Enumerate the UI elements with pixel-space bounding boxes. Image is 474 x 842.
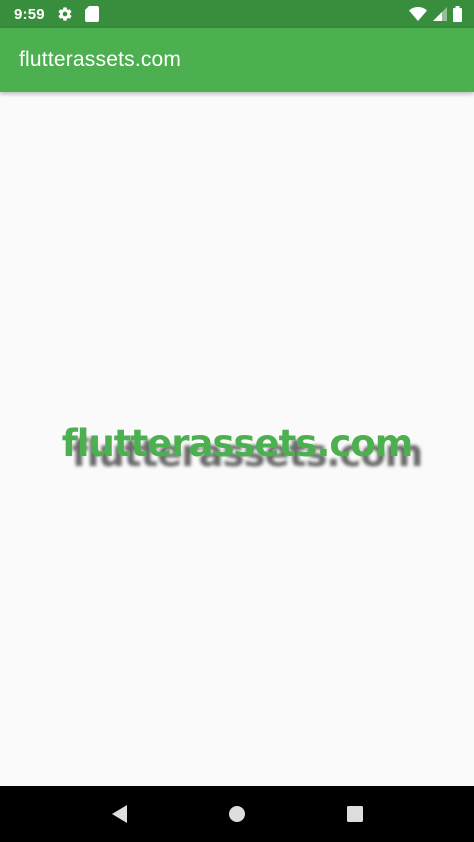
app-title: flutterassets.com [19, 48, 182, 71]
status-bar: 9:59 [0, 0, 474, 28]
wifi-icon [409, 7, 427, 21]
sd-card-icon [84, 6, 99, 22]
gear-icon [57, 6, 73, 22]
signal-icon [433, 7, 447, 21]
home-icon[interactable] [217, 794, 257, 834]
battery-icon [453, 6, 462, 22]
navigation-bar [0, 786, 474, 842]
recents-icon[interactable] [335, 794, 375, 834]
headline-container: flutterassets.com flutterassets.com [0, 422, 474, 482]
content-area: flutterassets.com flutterassets.com [0, 92, 474, 786]
back-icon[interactable] [99, 794, 139, 834]
status-time: 9:59 [14, 5, 45, 23]
app-bar: flutterassets.com [0, 28, 474, 92]
headline-text: flutterassets.com [61, 422, 414, 465]
